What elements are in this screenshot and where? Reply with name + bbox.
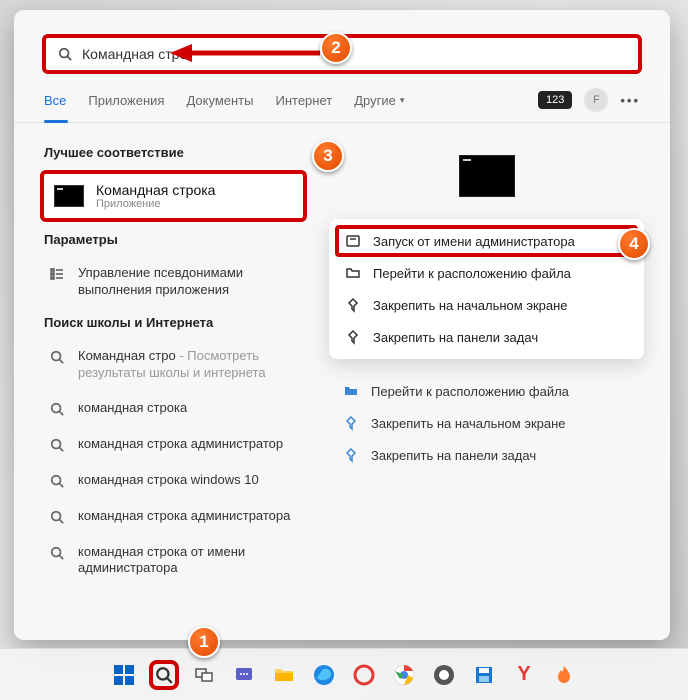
taskbar-taskview[interactable] — [189, 660, 219, 690]
shield-icon — [345, 233, 361, 249]
search-icon — [48, 544, 66, 562]
taskbar-chat[interactable] — [229, 660, 259, 690]
app-preview-icon — [459, 155, 515, 197]
best-match-subtitle: Приложение — [96, 198, 215, 210]
annotation-marker-1: 1 — [188, 626, 220, 658]
best-match-item[interactable]: Командная строка Приложение — [40, 170, 307, 222]
search-icon — [48, 348, 66, 366]
search-icon — [48, 508, 66, 526]
pin-icon — [343, 415, 359, 431]
preview-pane: Запуск от имени администратора Перейти к… — [319, 123, 670, 633]
web-result[interactable]: командная строка администратора — [40, 500, 311, 534]
tab-internet[interactable]: Интернет — [275, 93, 332, 108]
annotation-marker-4: 4 — [618, 228, 650, 260]
annotation-marker-3: 3 — [312, 140, 344, 172]
tab-apps[interactable]: Приложения — [88, 93, 164, 108]
context-run-as-admin[interactable]: Запуск от имени администратора — [335, 225, 638, 257]
results-left-column: Лучшее соответствие Командная строка При… — [14, 123, 319, 633]
context-menu: Запуск от имени администратора Перейти к… — [329, 219, 644, 359]
action-pin-start[interactable]: Закрепить на начальном экране — [329, 407, 644, 439]
taskbar-app-save[interactable] — [469, 660, 499, 690]
search-icon — [48, 472, 66, 490]
web-result[interactable]: командная строка — [40, 392, 311, 426]
context-open-location[interactable]: Перейти к расположению файла — [335, 257, 638, 289]
taskbar: Y — [0, 648, 688, 700]
context-pin-taskbar[interactable]: Закрепить на панели задач — [335, 321, 638, 353]
best-match-title: Командная строка — [96, 182, 215, 198]
web-result[interactable]: Командная стро - Посмотреть результаты ш… — [40, 340, 311, 390]
taskbar-explorer[interactable] — [269, 660, 299, 690]
search-panel: Командная стро Все Приложения Документы … — [14, 10, 670, 640]
pin-icon — [345, 329, 361, 345]
taskbar-app-circle[interactable] — [429, 660, 459, 690]
taskbar-edge[interactable] — [309, 660, 339, 690]
settings-list-icon — [48, 265, 66, 283]
taskbar-app-flame[interactable] — [549, 660, 579, 690]
tab-other[interactable]: Другие ▾ — [354, 93, 404, 108]
annotation-marker-2: 2 — [320, 32, 352, 64]
taskbar-yandex[interactable]: Y — [509, 660, 539, 690]
chevron-down-icon: ▾ — [400, 95, 405, 106]
user-avatar[interactable]: F — [584, 88, 608, 112]
web-result[interactable]: командная строка от имени администратора — [40, 536, 311, 586]
search-icon — [48, 436, 66, 454]
annotation-arrow — [170, 38, 320, 68]
web-result[interactable]: командная строка windows 10 — [40, 464, 311, 498]
search-icon — [58, 47, 72, 61]
taskbar-search-button[interactable] — [149, 660, 179, 690]
action-open-location[interactable]: Перейти к расположению файла — [329, 375, 644, 407]
filter-tabs: Все Приложения Документы Интернет Другие… — [14, 88, 670, 123]
pin-icon — [343, 447, 359, 463]
tab-documents[interactable]: Документы — [186, 93, 253, 108]
rewards-badge[interactable]: 123 — [538, 91, 572, 109]
settings-result-aliases[interactable]: Управление псевдонимами выполнения прило… — [40, 257, 311, 307]
folder-icon — [343, 383, 359, 399]
web-result[interactable]: командная строка администратор — [40, 428, 311, 462]
start-button[interactable] — [109, 660, 139, 690]
pin-icon — [345, 297, 361, 313]
search-icon — [48, 400, 66, 418]
heading-params: Параметры — [44, 232, 307, 247]
cmd-icon — [54, 185, 84, 207]
heading-web: Поиск школы и Интернета — [44, 315, 307, 330]
more-icon[interactable]: ••• — [620, 93, 640, 108]
heading-best-match: Лучшее соответствие — [44, 145, 307, 160]
context-pin-start[interactable]: Закрепить на начальном экране — [335, 289, 638, 321]
tab-all[interactable]: Все — [44, 93, 66, 108]
action-pin-taskbar[interactable]: Закрепить на панели задач — [329, 439, 644, 471]
folder-icon — [345, 265, 361, 281]
taskbar-app-spiral[interactable] — [349, 660, 379, 690]
taskbar-chrome[interactable] — [389, 660, 419, 690]
